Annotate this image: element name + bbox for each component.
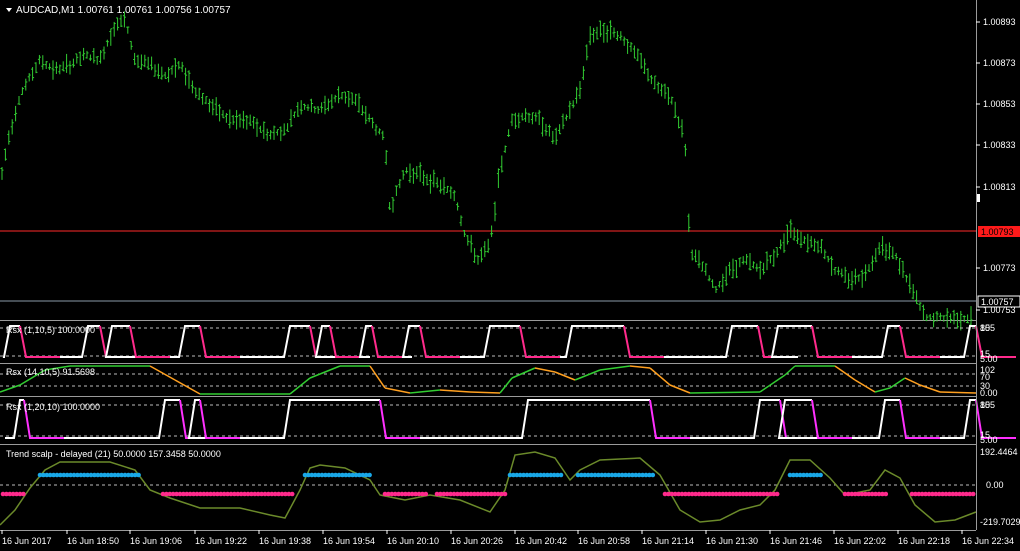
panel-2-scale-label: 0.00 [980, 388, 998, 398]
time-label: 16 Jun 21:46 [770, 536, 822, 546]
panel-3-scale-label: 5.00 [980, 435, 998, 445]
panel-3-title: Rsx (1,20,10) 100.0000 [6, 402, 100, 412]
signal-dot [774, 491, 780, 497]
signal-dot [650, 472, 656, 478]
panel-4-scale-label: 0.00 [986, 480, 1004, 490]
chart-window[interactable]: AUDCAD,M1 1.00761 1.00761 1.00756 1.0075… [0, 0, 1020, 551]
price-label: 1.00813 [983, 182, 1016, 192]
panel-4-title: Trend scalp - delayed (21) 50.0000 157.3… [6, 449, 221, 459]
panel-4-scale-label: -219.7029 [980, 517, 1020, 527]
price-label: 1.00873 [983, 58, 1016, 68]
signal-dot [367, 472, 372, 478]
signal-dot [136, 472, 141, 478]
time-label: 16 Jun 19:54 [323, 536, 375, 546]
time-label: 16 Jun 21:14 [642, 536, 694, 546]
panel-1-scale-label: 5.00 [980, 354, 998, 364]
current-price-label: 1.00757 [981, 297, 1014, 307]
signal-dot [423, 491, 429, 497]
time-label: 16 Jun 18:50 [67, 536, 119, 546]
signal-dot [883, 491, 889, 497]
panel-3-scale-label: 85 [980, 400, 990, 410]
time-label: 16 Jun 21:30 [706, 536, 758, 546]
chart-title: AUDCAD,M1 1.00761 1.00761 1.00756 1.0075… [16, 5, 231, 16]
time-label: 16 Jun 19:06 [130, 536, 182, 546]
time-label: 16 Jun 20:42 [515, 536, 567, 546]
time-label: 16 Jun 22:34 [962, 536, 1014, 546]
panel-1-scale-label: 85 [980, 323, 990, 333]
signal-dot [502, 491, 508, 497]
signal-dot [970, 491, 976, 497]
time-label: 16 Jun 19:38 [259, 536, 311, 546]
time-label: 16 Jun 20:58 [578, 536, 630, 546]
signal-dot [818, 472, 823, 478]
price-label: 1.00853 [983, 99, 1016, 109]
time-label: 16 Jun 19:22 [195, 536, 247, 546]
price-label: 1.00833 [983, 140, 1016, 150]
signal-dot [289, 491, 295, 497]
price-label: 1.00773 [983, 263, 1016, 273]
signal-dot [21, 491, 26, 497]
panel-1-title: Rsx (1,10,5) 100.0000 [6, 325, 95, 335]
chart-background [0, 0, 1020, 551]
rsx-14-line [939, 391, 977, 394]
panel-4-scale-label: 192.4464 [980, 447, 1018, 457]
rsx-14-line [469, 391, 501, 394]
signal-dot [558, 472, 564, 478]
time-label: 16 Jun 22:02 [834, 536, 886, 546]
red-level-label: 1.00793 [981, 227, 1014, 237]
rsx-14-line [689, 391, 761, 394]
time-label: 16 Jun 20:10 [387, 536, 439, 546]
scale-marker [977, 194, 980, 202]
time-label: 16 Jun 22:18 [898, 536, 950, 546]
panel-2-title: Rsx (14,10,5) 91.5698 [6, 367, 95, 377]
price-label: 1.00893 [983, 17, 1016, 27]
time-label: 16 Jun 20:26 [451, 536, 503, 546]
time-label: 16 Jun 2017 [2, 536, 52, 546]
